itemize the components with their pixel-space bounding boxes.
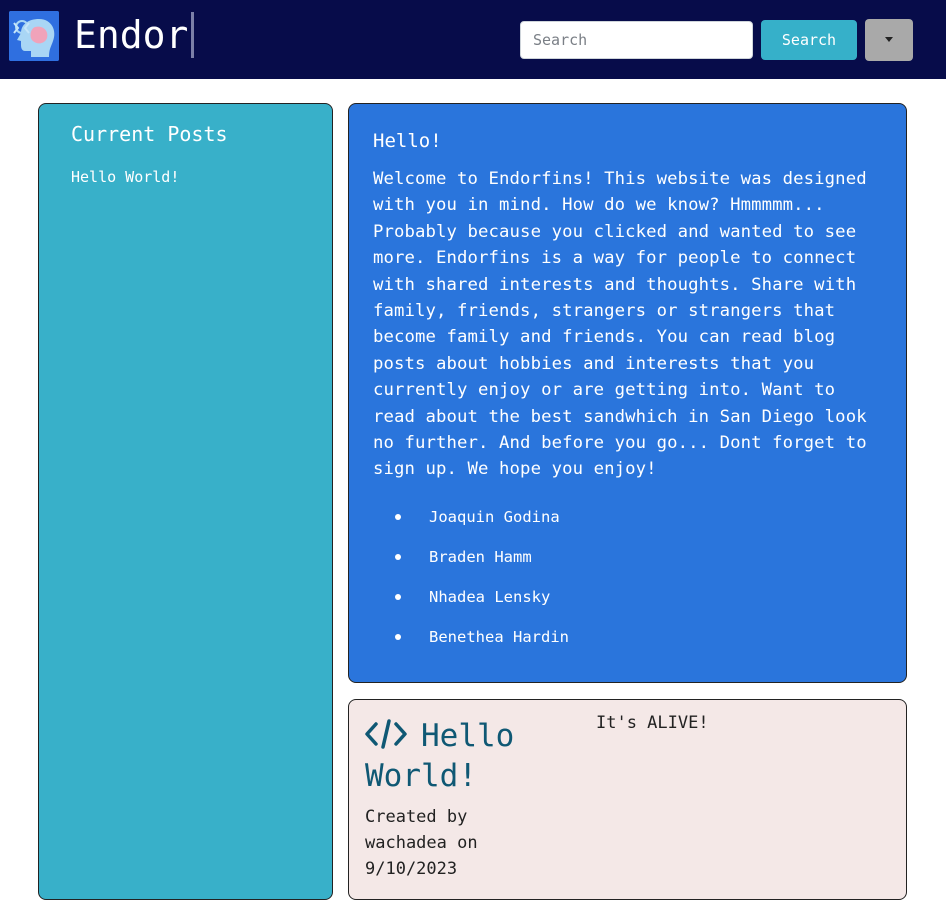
caret-down-icon <box>885 37 893 42</box>
team-member-name: Braden Hamm <box>429 547 532 566</box>
post-card: Hello World! Created by wachadea on 9/10… <box>348 699 907 900</box>
team-list: Joaquin Godina Braden Hamm Nhadea Lensky… <box>373 507 882 667</box>
team-member-name: Benethea Hardin <box>429 627 569 646</box>
brand-title[interactable]: Endor <box>74 12 195 58</box>
search-input[interactable] <box>520 21 753 59</box>
sidebar-title: Current Posts <box>71 122 228 146</box>
post-heading[interactable]: Hello World! <box>365 716 575 796</box>
team-member: Joaquin Godina <box>373 507 882 547</box>
bullet-icon <box>395 593 401 600</box>
logo-icon[interactable] <box>9 11 59 61</box>
current-posts-sidebar: Current Posts Hello World! <box>38 103 333 900</box>
code-icon <box>365 719 407 749</box>
bullet-icon <box>395 513 401 520</box>
sidebar-post-link[interactable]: Hello World! <box>71 168 179 186</box>
navbar: Endor Search <box>0 0 946 79</box>
welcome-text: Welcome to Endorfins! This website was d… <box>373 169 867 480</box>
team-member-name: Nhadea Lensky <box>429 587 551 606</box>
team-member: Nhadea Lensky <box>373 587 882 627</box>
welcome-title: Hello! <box>373 130 442 152</box>
team-member-name: Joaquin Godina <box>429 507 560 526</box>
post-meta: Created by wachadea on 9/10/2023 <box>365 807 478 879</box>
bullet-icon <box>395 633 401 640</box>
welcome-card: Hello! Welcome to Endorfins! This websit… <box>348 103 907 683</box>
team-member: Benethea Hardin <box>373 627 882 667</box>
dropdown-menu-button[interactable] <box>865 19 913 61</box>
team-member: Braden Hamm <box>373 547 882 587</box>
bullet-icon <box>395 553 401 560</box>
post-body: It's ALIVE! <box>596 713 709 733</box>
search-button[interactable]: Search <box>761 20 857 60</box>
